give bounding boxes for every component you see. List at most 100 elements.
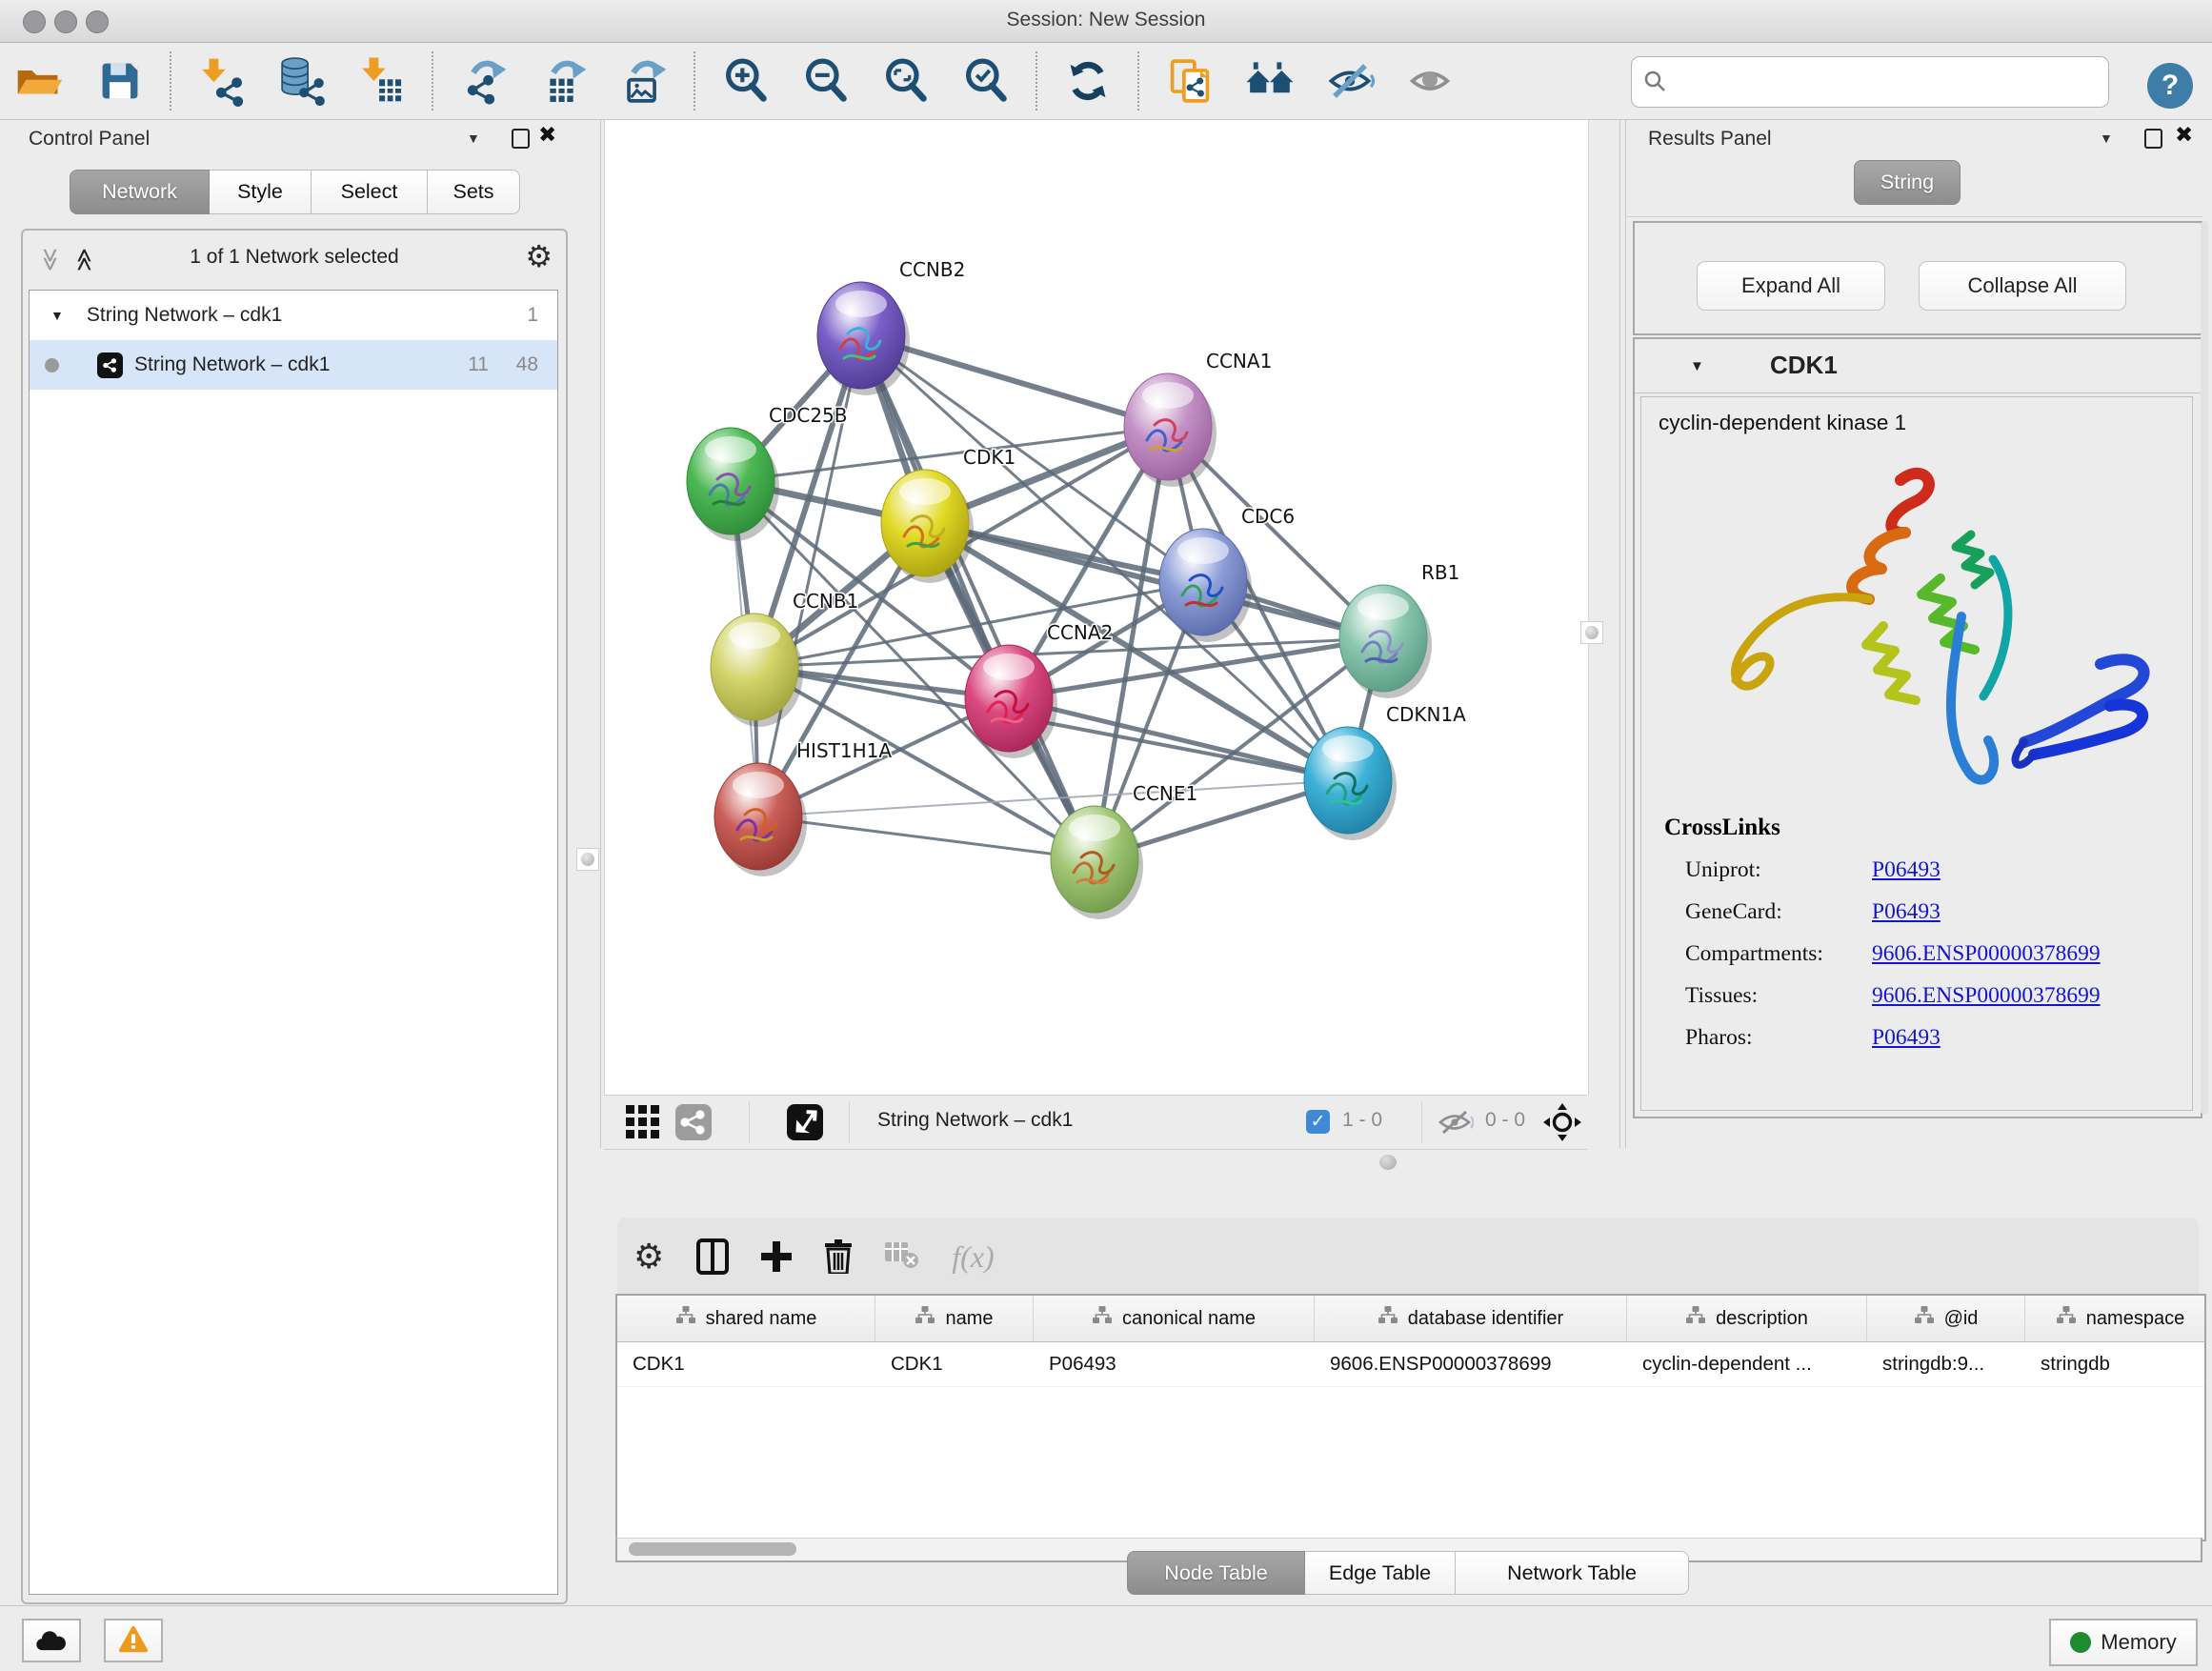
tab-network-table[interactable]: Network Table [1456, 1551, 1689, 1595]
refresh-view-icon[interactable] [1056, 50, 1119, 112]
toolbar-separator [694, 51, 696, 111]
horizontal-splitter-handle[interactable] [1379, 1155, 1397, 1170]
show-columns-icon[interactable] [696, 1238, 729, 1275]
network-node-HIST1H1A[interactable]: HIST1H1A [714, 739, 892, 876]
collapse-all-button[interactable]: Collapse All [1919, 261, 2126, 311]
delete-column-trash-icon[interactable] [824, 1239, 853, 1274]
grid-view-icon[interactable] [626, 1105, 662, 1139]
string-view-icon[interactable] [674, 1103, 713, 1141]
collection-expander-icon[interactable]: ▼ [50, 308, 64, 323]
column-header-shared-name[interactable]: shared name [617, 1296, 875, 1341]
control-panel-close-icon[interactable]: ✖ [538, 123, 556, 148]
zoom-in-icon[interactable] [714, 50, 777, 112]
network-collection-row[interactable]: ▼ String Network – cdk1 1 [30, 291, 557, 340]
create-column-plus-icon[interactable] [761, 1241, 792, 1272]
network-node-CDK1[interactable]: CDK1 [881, 446, 1016, 583]
protein-section-header[interactable]: ▼ CDK1 [1635, 339, 2201, 393]
zoom-out-icon[interactable] [794, 50, 857, 112]
string-network-icon [97, 352, 123, 378]
birds-eye-view-icon[interactable] [786, 1103, 824, 1141]
memory-button[interactable]: Memory [2049, 1619, 2198, 1666]
network-node-CDC25B[interactable]: CDC25B [687, 404, 848, 541]
import-network-database-icon[interactable] [271, 50, 333, 112]
network-list: ▼ String Network – cdk1 1 String Network… [29, 290, 558, 1595]
crosslink-link[interactable]: 9606.ENSP00000378699 [1872, 983, 2101, 1009]
copy-style-icon[interactable] [1158, 50, 1221, 112]
network-node-CDKN1A[interactable]: CDKN1A [1304, 703, 1466, 840]
export-network-icon[interactable] [452, 50, 515, 112]
network-graph[interactable]: CCNB2CCNA1CDC25BCDK1CDC6RB1CCNB1CCNA2CDK… [605, 120, 1588, 1096]
node-label-CCNB2: CCNB2 [899, 258, 965, 281]
network-node-CCNB1[interactable]: CCNB1 [711, 590, 858, 727]
table-toolbar: ⚙ f(x) [617, 1218, 2199, 1296]
network-canvas[interactable]: CCNB2CCNA1CDC25BCDK1CDC6RB1CCNB1CCNA2CDK… [604, 119, 1589, 1096]
network-options-gear-icon[interactable]: ⚙ [525, 238, 553, 274]
table-row[interactable]: CDK1CDK1P064939606.ENSP00000378699cyclin… [617, 1342, 2204, 1387]
left-splitter[interactable] [600, 119, 601, 1148]
help-button[interactable]: ? [2147, 63, 2193, 109]
zoom-fit-icon[interactable] [875, 50, 937, 112]
table-cell: CDK1 [875, 1342, 1034, 1386]
tab-network[interactable]: Network [70, 170, 210, 214]
tab-string[interactable]: String [1854, 160, 1961, 205]
results-scrollbar[interactable] [2201, 221, 2208, 1115]
import-table-icon[interactable] [351, 50, 413, 112]
cloud-icon [35, 1629, 68, 1652]
column-header-canonical-name[interactable]: canonical name [1034, 1296, 1315, 1341]
tab-sets[interactable]: Sets [428, 170, 520, 214]
protein-expander-icon[interactable]: ▼ [1690, 358, 1704, 374]
network-node-CCNA1[interactable]: CCNA1 [1124, 350, 1272, 487]
crosslink-label: Compartments: [1685, 941, 1872, 967]
table-settings-gear-icon[interactable]: ⚙ [633, 1238, 664, 1277]
network-selection-status: 1 of 1 Network selected [23, 246, 566, 269]
column-header-name[interactable]: name [875, 1296, 1034, 1341]
network-node-CCNE1[interactable]: CCNE1 [1051, 782, 1197, 919]
tab-edge-table[interactable]: Edge Table [1305, 1551, 1456, 1595]
shared-column-icon [2056, 1306, 2077, 1331]
column-header-description[interactable]: description [1627, 1296, 1867, 1341]
network-node-RB1[interactable]: RB1 [1339, 561, 1459, 698]
network-node-CCNB2[interactable]: CCNB2 [817, 258, 965, 395]
protein-structure-image [1655, 447, 2177, 809]
column-header--id[interactable]: @id [1867, 1296, 2025, 1341]
scrollbar-thumb[interactable] [629, 1542, 796, 1556]
warning-icon [117, 1625, 150, 1656]
collection-name: String Network – cdk1 [87, 304, 282, 327]
search-box[interactable] [1631, 56, 2109, 108]
fit-crosshair-icon[interactable] [1542, 1102, 1582, 1142]
first-neighbors-icon[interactable] [1238, 50, 1301, 112]
selected-checkbox-icon[interactable]: ✓ [1306, 1110, 1330, 1134]
expand-all-button[interactable]: Expand All [1697, 261, 1885, 311]
crosslink-link[interactable]: P06493 [1872, 1025, 1941, 1051]
control-panel-float-icon[interactable] [512, 129, 530, 149]
selected-node-edge-counts: 1 - 0 [1342, 1109, 1382, 1132]
tab-select[interactable]: Select [312, 170, 428, 214]
save-session-icon[interactable] [89, 50, 151, 112]
export-image-icon[interactable] [613, 50, 675, 112]
left-splitter-handle[interactable] [576, 848, 599, 871]
search-input[interactable] [1676, 62, 2108, 102]
network-row[interactable]: String Network – cdk1 11 48 [30, 340, 557, 390]
open-file-icon[interactable] [9, 50, 71, 112]
crosslink-link[interactable]: P06493 [1872, 899, 1941, 925]
control-panel-menu-icon[interactable]: ▼ [467, 131, 480, 146]
crosslink-link[interactable]: P06493 [1872, 857, 1941, 883]
node-table[interactable]: shared name name canonical name database… [615, 1294, 2206, 1541]
cloud-button[interactable] [22, 1619, 81, 1662]
network-node-CDC6[interactable]: CDC6 [1159, 505, 1295, 642]
tab-style[interactable]: Style [210, 170, 312, 214]
column-header-database-identifier[interactable]: database identifier [1315, 1296, 1627, 1341]
import-network-file-icon[interactable] [191, 50, 253, 112]
zoom-selected-icon[interactable] [955, 50, 1017, 112]
warnings-button[interactable] [104, 1619, 163, 1662]
memory-label: Memory [2101, 1630, 2176, 1655]
export-table-icon[interactable] [533, 50, 595, 112]
right-splitter-handle[interactable] [1580, 621, 1603, 644]
show-all-icon[interactable] [1398, 50, 1461, 112]
crosslink-link[interactable]: 9606.ENSP00000378699 [1872, 941, 2101, 967]
tab-node-table[interactable]: Node Table [1127, 1551, 1305, 1595]
hide-selected-icon[interactable] [1318, 50, 1381, 112]
node-label-CDK1: CDK1 [963, 446, 1016, 469]
node-label-CDKN1A: CDKN1A [1386, 703, 1466, 726]
column-header-namespace[interactable]: namespace [2025, 1296, 2206, 1341]
